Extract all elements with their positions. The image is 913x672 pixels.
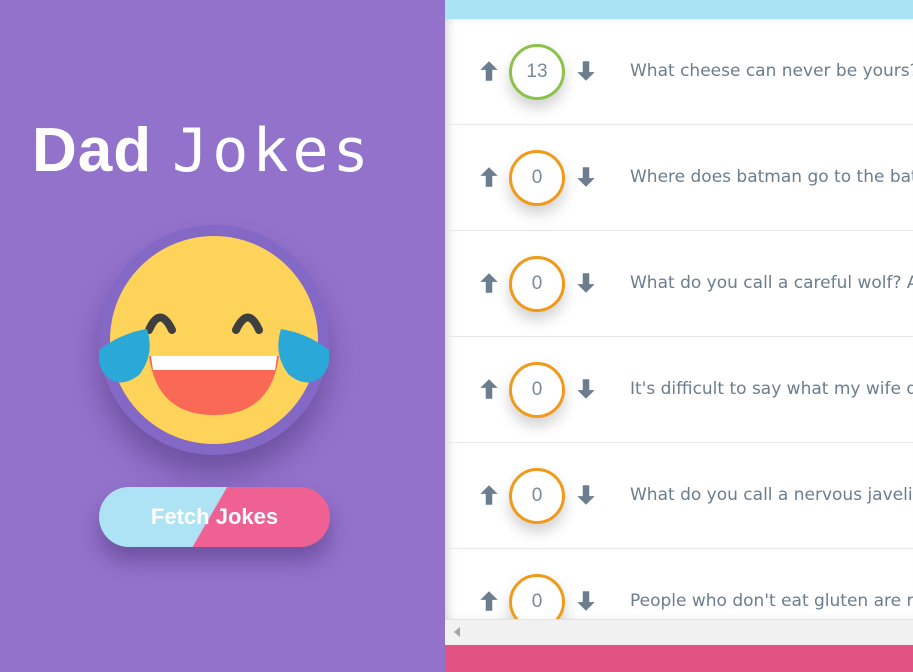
- panel-bottom-accent: [445, 645, 913, 672]
- fetch-jokes-button[interactable]: Fetch Jokes: [99, 487, 330, 547]
- sidebar: Dad Jokes Fetch Jokes: [0, 0, 445, 672]
- joke-item: 0 What do you call a careful wolf? Aware…: [445, 231, 913, 337]
- upvote-arrow-icon[interactable]: [476, 164, 502, 190]
- fetch-button-label-right: Jokes: [215, 504, 279, 529]
- joke-item: 0 People who don't eat gluten are really…: [445, 549, 913, 619]
- downvote-arrow-icon[interactable]: [573, 164, 599, 190]
- joke-text: People who don't eat gluten are really g…: [630, 591, 913, 611]
- vote-score: 0: [509, 362, 565, 418]
- joke-text: What do you call a nervous javelin throw…: [630, 485, 913, 505]
- vote-score: 0: [509, 150, 565, 206]
- joke-item: 0 Where does batman go to the bathroom?: [445, 125, 913, 231]
- upvote-arrow-icon[interactable]: [476, 588, 502, 614]
- upvote-arrow-icon[interactable]: [476, 270, 502, 296]
- app-title-bold: Dad: [32, 116, 153, 185]
- upvote-arrow-icon[interactable]: [476, 482, 502, 508]
- laughing-emoji-icon: [99, 225, 329, 455]
- app-title-light: Jokes: [172, 116, 373, 186]
- downvote-arrow-icon[interactable]: [573, 270, 599, 296]
- jokes-list[interactable]: 13 What cheese can never be yours? 0 Whe…: [445, 19, 913, 619]
- joke-text: What do you call a careful wolf? Aware w…: [630, 273, 913, 293]
- panel-top-accent: [445, 0, 913, 19]
- vote-score: 0: [509, 574, 565, 619]
- downvote-arrow-icon[interactable]: [573, 588, 599, 614]
- downvote-arrow-icon[interactable]: [573, 58, 599, 84]
- vote-score: 0: [509, 256, 565, 312]
- joke-text: Where does batman go to the bathroom?: [630, 167, 913, 187]
- app-title: Dad Jokes: [32, 120, 373, 182]
- upvote-arrow-icon[interactable]: [476, 58, 502, 84]
- joke-item: 0 What do you call a nervous javelin thr…: [445, 443, 913, 549]
- fetch-button-label-left: Fetch: [150, 504, 210, 529]
- scroll-left-arrow-icon[interactable]: [454, 627, 460, 637]
- joke-text: What cheese can never be yours?: [630, 61, 913, 81]
- jokes-panel: 13 What cheese can never be yours? 0 Whe…: [445, 0, 913, 672]
- vote-score: 0: [509, 468, 565, 524]
- vote-score: 13: [509, 44, 565, 100]
- horizontal-scrollbar[interactable]: [445, 619, 913, 645]
- downvote-arrow-icon[interactable]: [573, 376, 599, 402]
- upvote-arrow-icon[interactable]: [476, 376, 502, 402]
- joke-item: 13 What cheese can never be yours?: [445, 19, 913, 125]
- joke-text: It's difficult to say what my wife does.: [630, 379, 913, 399]
- joke-item: 0 It's difficult to say what my wife doe…: [445, 337, 913, 443]
- downvote-arrow-icon[interactable]: [573, 482, 599, 508]
